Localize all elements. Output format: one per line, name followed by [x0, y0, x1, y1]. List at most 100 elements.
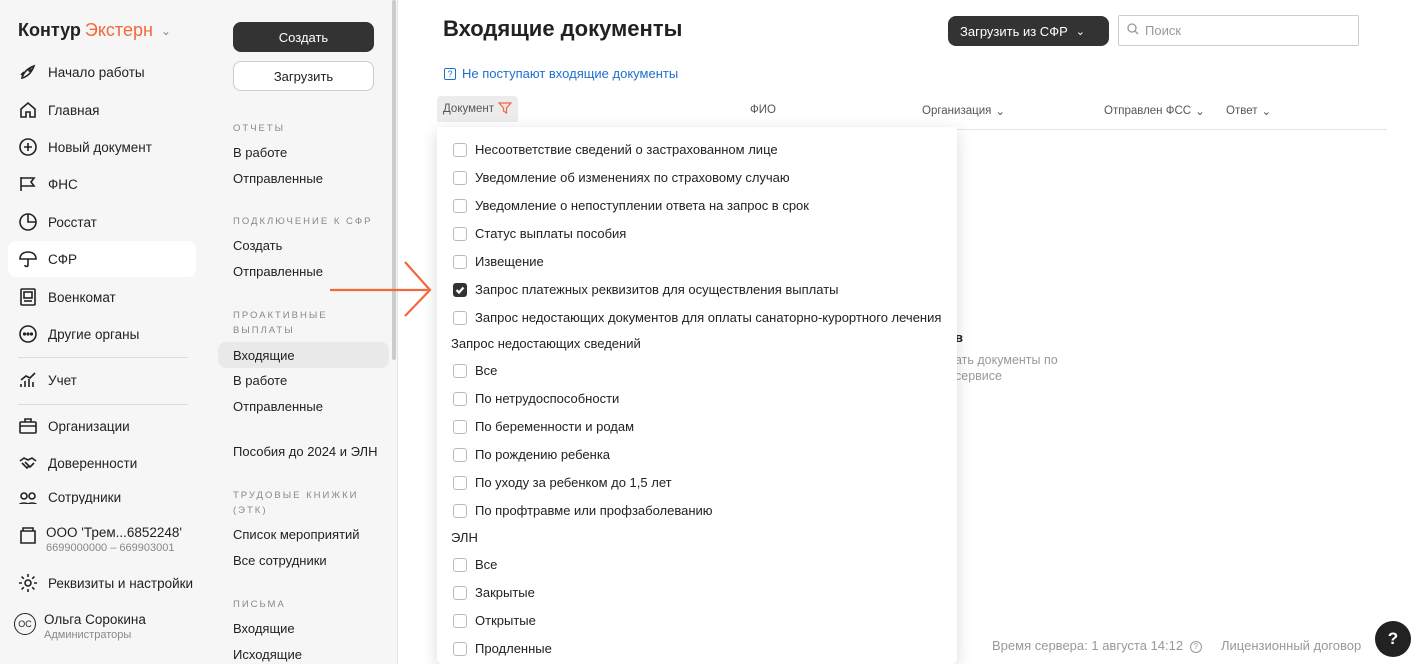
sidebar-item-home[interactable]: Главная: [8, 92, 196, 128]
checkbox[interactable]: [453, 503, 467, 518]
sidebar-item-other[interactable]: Другие органы: [8, 316, 196, 352]
column-header-sent[interactable]: Отправлен ФСС ⌄: [1104, 104, 1205, 118]
filter-option-label: Извещение: [475, 254, 544, 269]
sidebar-item-new-document[interactable]: Новый документ: [8, 129, 196, 165]
subnav-proactive-sent[interactable]: Отправленные: [233, 399, 323, 414]
filter-option[interactable]: Закрытые: [453, 585, 535, 600]
filter-option[interactable]: По рождению ребенка: [453, 447, 610, 462]
rocket-icon: [18, 62, 38, 82]
sidebar-item-powers[interactable]: Доверенности: [8, 445, 196, 481]
user-role: Администраторы: [44, 629, 132, 641]
checkbox[interactable]: [453, 585, 467, 600]
briefcase-icon: [18, 416, 38, 436]
sidebar-item-label: Реквизиты и настройки: [48, 575, 194, 591]
sidebar-item-start[interactable]: Начало работы: [8, 54, 196, 90]
checkbox[interactable]: [453, 198, 467, 213]
upload-from-sfr-button[interactable]: Загрузить из СФР ⌄: [948, 16, 1109, 46]
sidebar-item-accounting[interactable]: Учет: [8, 362, 196, 398]
subnav-proactive-in-work[interactable]: В работе: [233, 373, 287, 388]
subnav-letters-outgoing[interactable]: Исходящие: [233, 647, 302, 662]
filter-option[interactable]: Запрос недостающих документов для оплаты…: [453, 310, 941, 325]
filter-option[interactable]: Несоответствие сведений о застрахованном…: [453, 142, 778, 157]
app-logo[interactable]: Контур Экстерн ⌄: [18, 20, 171, 41]
subnav-letters-incoming[interactable]: Входящие: [233, 621, 295, 636]
checkbox[interactable]: [453, 641, 467, 656]
column-header-organization[interactable]: Организация ⌄: [922, 104, 1005, 118]
sidebar-item-sfr[interactable]: СФР: [8, 241, 196, 277]
column-header-answer[interactable]: Ответ ⌄: [1226, 104, 1271, 118]
subnav-reports-in-work[interactable]: В работе: [233, 145, 287, 160]
checkbox[interactable]: [453, 475, 467, 490]
subnav-connect-create[interactable]: Создать: [233, 238, 282, 253]
filter-option[interactable]: По беременности и родам: [453, 419, 634, 434]
checkbox[interactable]: [453, 142, 467, 157]
checkbox[interactable]: [453, 310, 467, 325]
sidebar-item-rosstat[interactable]: Росстат: [8, 204, 196, 240]
filter-option[interactable]: Все: [453, 363, 497, 378]
info-icon[interactable]: ?: [1189, 640, 1202, 653]
upload-button[interactable]: Загрузить: [233, 61, 374, 91]
sidebar-item-label: СФР: [48, 251, 78, 267]
help-link[interactable]: ? Не поступают входящие документы: [444, 66, 678, 81]
column-header-document[interactable]: Документ: [437, 96, 519, 122]
help-square-icon: ?: [444, 67, 456, 80]
filter-option-label: Запрос недостающих документов для оплаты…: [475, 310, 942, 325]
filter-option[interactable]: Извещение: [453, 254, 544, 269]
filter-option[interactable]: Уведомление о непоступлении ответа на за…: [453, 198, 809, 213]
sidebar-item-organizations[interactable]: Организации: [8, 408, 196, 444]
subnav-connect-sent[interactable]: Отправленные: [233, 264, 323, 279]
license-link[interactable]: Лицензионный договор: [1221, 638, 1361, 653]
sidebar-item-fns[interactable]: ФНС: [8, 166, 196, 202]
filter-option-label: Все: [475, 363, 498, 378]
checkbox[interactable]: [453, 613, 467, 628]
sidebar-item-label: Военкомат: [48, 289, 116, 305]
column-header-label: Отправлен ФСС: [1104, 105, 1192, 117]
user-profile[interactable]: ОС Ольга Сорокина Администраторы: [14, 612, 146, 641]
filter-icon: [497, 101, 513, 117]
filter-option-label: Закрытые: [475, 585, 535, 600]
filter-option-label: Уведомление о непоступлении ответа на за…: [475, 198, 809, 213]
sidebar-item-settings[interactable]: Реквизиты и настройки: [8, 565, 196, 601]
checkbox[interactable]: [453, 363, 467, 378]
scrollbar[interactable]: [392, 0, 396, 360]
filter-option[interactable]: Открытые: [453, 613, 536, 628]
subnav-proactive-incoming[interactable]: Входящие: [218, 342, 389, 368]
upload-from-sfr-label: Загрузить из СФР: [960, 23, 1068, 39]
section-title: ПРОАКТИВНЫЕ ВЫПЛАТЫ: [233, 310, 328, 336]
filter-option[interactable]: По уходу за ребенком до 1,5 лет: [453, 475, 672, 490]
sidebar-item-label: Доверенности: [48, 455, 138, 471]
server-time-label: Время сервера: 1 августа 14:12: [992, 638, 1184, 653]
subnav-etk-events[interactable]: Список мероприятий: [233, 527, 360, 542]
filter-option[interactable]: По профтравме или профзаболеванию: [453, 503, 713, 518]
sidebar-item-employees[interactable]: Сотрудники: [8, 482, 196, 504]
filter-option[interactable]: Все: [453, 557, 497, 572]
checkbox-checked[interactable]: [453, 282, 467, 297]
checkbox[interactable]: [453, 447, 467, 462]
gear-icon: [18, 573, 38, 593]
subnav-etk-employees[interactable]: Все сотрудники: [233, 553, 327, 568]
checkbox[interactable]: [453, 254, 467, 269]
checkbox[interactable]: [453, 391, 467, 406]
filter-option[interactable]: По нетрудоспособности: [453, 391, 619, 406]
org-switcher[interactable]: ООО 'Трем...6852248' 6699000000 – 669903…: [18, 525, 182, 554]
help-button[interactable]: ?: [1375, 621, 1411, 657]
flag-icon: [18, 174, 38, 194]
sidebar-item-voenkomat[interactable]: Военкомат: [8, 279, 196, 315]
filter-option[interactable]: Запрос платежных реквизитов для осуществ…: [453, 282, 839, 297]
filter-option[interactable]: Продленные: [453, 641, 552, 656]
checkbox[interactable]: [453, 557, 467, 572]
sidebar-item-label: Сотрудники: [48, 490, 122, 504]
checkbox[interactable]: [453, 226, 467, 241]
subnav-reports-sent[interactable]: Отправленные: [233, 171, 323, 186]
check-icon: [455, 286, 465, 294]
subnav-benefits-2024[interactable]: Пособия до 2024 и ЭЛН: [233, 444, 377, 459]
filter-option[interactable]: Уведомление об изменениях по страховому …: [453, 170, 790, 185]
create-button[interactable]: Создать: [233, 22, 374, 52]
search-input[interactable]: Поиск: [1118, 15, 1359, 46]
filter-option[interactable]: Статус выплаты пособия: [453, 226, 626, 241]
column-header-fio[interactable]: ФИО: [750, 104, 776, 116]
filter-group-label: ЭЛН: [451, 530, 478, 545]
checkbox[interactable]: [453, 419, 467, 434]
checkbox[interactable]: [453, 170, 467, 185]
user-name: Ольга Сорокина: [44, 612, 146, 627]
